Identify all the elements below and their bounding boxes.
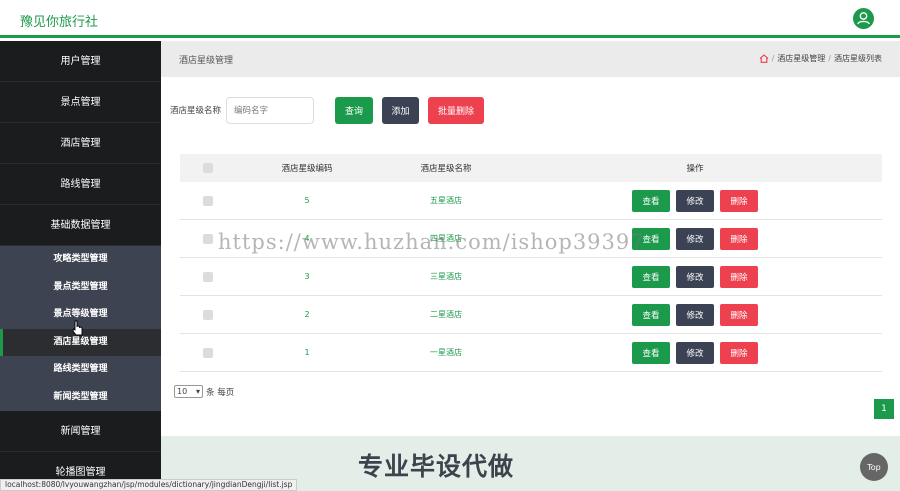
footer-slogan: 专业毕设代做 [358,452,515,481]
query-button[interactable]: 查询 [335,97,373,124]
sidebar-item-basic-data[interactable]: 基础数据管理 [0,205,161,246]
submenu-item-route-types[interactable]: 路线类型管理 [0,356,161,384]
mouse-cursor-icon [72,320,83,336]
edit-button[interactable]: 修改 [676,227,714,250]
sidebar: 用户管理 景点管理 酒店管理 路线管理 基础数据管理 攻略类型管理 景点类型管理… [0,41,161,491]
row-code: 4 [304,234,310,243]
row-name: 二星酒店 [430,310,462,319]
breadcrumb-bar: 酒店星级管理 / 酒店星级管理 / 酒店星级列表 [161,41,900,77]
select-all-checkbox[interactable] [198,154,218,182]
home-icon[interactable] [759,54,769,63]
row-code: 5 [304,196,310,205]
delete-button[interactable]: 删除 [720,265,758,288]
table-row: 1 一星酒店 查看 修改 删除 [180,334,882,372]
delete-button[interactable]: 删除 [720,303,758,326]
submenu-item-guide-types[interactable]: 攻略类型管理 [0,246,161,274]
row-actions: 查看 修改 删除 [620,334,770,371]
row-actions: 查看 修改 删除 [620,220,770,257]
edit-button[interactable]: 修改 [676,303,714,326]
page-size-value: 10 [177,387,188,396]
row-actions: 查看 修改 删除 [620,182,770,219]
row-checkbox[interactable] [198,334,218,371]
page-size-select[interactable]: 10 ▾ [174,385,203,398]
edit-button[interactable]: 修改 [676,341,714,364]
column-header-code: 酒店星级编码 [281,164,333,174]
row-actions: 查看 修改 删除 [620,296,770,333]
view-button[interactable]: 查看 [632,189,670,212]
row-checkbox[interactable] [198,182,218,219]
table-header: 酒店星级编码 酒店星级名称 操作 [180,154,882,182]
row-code: 3 [304,272,310,281]
view-button[interactable]: 查看 [632,265,670,288]
delete-button[interactable]: 删除 [720,341,758,364]
sidebar-item-news[interactable]: 新闻管理 [0,411,161,452]
row-name: 三星酒店 [430,272,462,281]
row-checkbox[interactable] [198,296,218,333]
row-checkbox[interactable] [198,220,218,257]
table-row: 4 四星酒店 查看 修改 删除 [180,220,882,258]
submenu-item-news-types[interactable]: 新闻类型管理 [0,384,161,412]
chevron-down-icon: ▾ [195,387,200,396]
edit-button[interactable]: 修改 [676,189,714,212]
page-number-current[interactable]: 1 [874,399,894,419]
sidebar-item-hotels[interactable]: 酒店管理 [0,123,161,164]
page-size-suffix: 条 每页 [206,387,235,398]
row-name: 四星酒店 [430,234,462,243]
breadcrumb: / 酒店星级管理 / 酒店星级列表 [759,53,882,64]
edit-button[interactable]: 修改 [676,265,714,288]
browser-status-url: localhost:8080/lvyouwangzhan/jsp/modules… [0,479,298,491]
breadcrumb-separator: / [771,54,775,63]
row-name: 一星酒店 [430,348,462,357]
sidebar-item-routes[interactable]: 路线管理 [0,164,161,205]
sidebar-item-users[interactable]: 用户管理 [0,41,161,82]
view-button[interactable]: 查看 [632,341,670,364]
page-title: 酒店星级管理 [179,56,234,66]
brand-title[interactable]: 豫见你旅行社 [20,11,98,30]
hotel-star-table: 酒店星级编码 酒店星级名称 操作 5 五星酒店 查看 修改 删除 4 四星酒店 … [180,154,882,372]
table-row: 2 二星酒店 查看 修改 删除 [180,296,882,334]
search-label: 酒店星级名称 [170,106,222,116]
column-header-name: 酒店星级名称 [420,164,472,174]
breadcrumb-level1[interactable]: 酒店星级管理 [777,53,825,64]
back-to-top-button[interactable]: Top [860,453,888,481]
table-row: 5 五星酒店 查看 修改 删除 [180,182,882,220]
submenu-item-attraction-types[interactable]: 景点类型管理 [0,274,161,302]
delete-button[interactable]: 删除 [720,227,758,250]
search-input[interactable] [226,97,314,124]
row-code: 1 [304,348,310,357]
view-button[interactable]: 查看 [632,227,670,250]
row-name: 五星酒店 [430,196,462,205]
row-actions: 查看 修改 删除 [620,258,770,295]
batch-delete-button[interactable]: 批量删除 [428,97,484,124]
page-size-control: 10 ▾ 条 每页 [174,385,234,398]
view-button[interactable]: 查看 [632,303,670,326]
table-row: 3 三星酒店 查看 修改 删除 [180,258,882,296]
breadcrumb-separator: / [828,54,831,63]
sidebar-item-attractions[interactable]: 景点管理 [0,82,161,123]
user-icon[interactable] [853,8,874,29]
top-header: 豫见你旅行社 [0,0,900,38]
delete-button[interactable]: 删除 [720,189,758,212]
breadcrumb-level2: 酒店星级列表 [834,54,882,63]
column-header-ops: 操作 [686,164,704,174]
row-checkbox[interactable] [198,258,218,295]
row-code: 2 [304,310,310,319]
add-button[interactable]: 添加 [382,97,419,124]
